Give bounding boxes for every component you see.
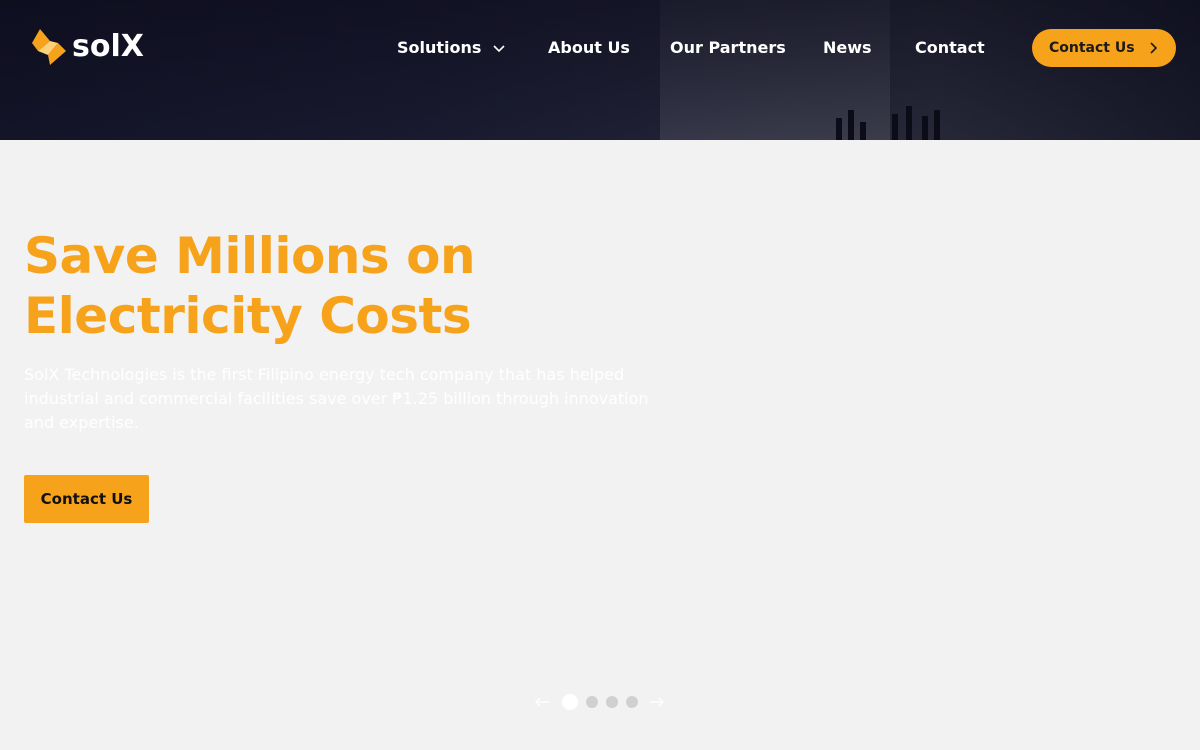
hero-title: Save Millions on Electricity Costs xyxy=(24,226,624,346)
site-header: solX Solutions About Us Our Partners New… xyxy=(0,0,1200,140)
chevron-down-icon xyxy=(493,44,506,52)
bolt-logo-icon xyxy=(32,29,66,65)
carousel-dot-4[interactable] xyxy=(626,696,638,708)
brand-logo[interactable]: solX xyxy=(30,27,144,67)
header-contact-us-label: Contact Us xyxy=(1049,40,1135,56)
hero-description: SolX Technologies is the first Filipino … xyxy=(24,365,649,432)
carousel-dot-3[interactable] xyxy=(606,696,618,708)
header-contact-us-button[interactable]: Contact Us xyxy=(1032,29,1176,67)
arrow-right-icon[interactable] xyxy=(649,694,665,710)
hero-title-line-1: Save Millions on xyxy=(24,227,476,285)
arrow-left-icon[interactable] xyxy=(534,694,550,710)
nav-item-label: Solutions xyxy=(397,38,482,57)
chevron-right-icon xyxy=(1150,42,1158,54)
nav-item-our-partners[interactable]: Our Partners xyxy=(670,36,786,60)
hero-title-line-2: Electricity Costs xyxy=(24,287,472,345)
nav-item-solutions[interactable]: Solutions xyxy=(397,36,506,60)
brand-name: solX xyxy=(72,29,144,64)
nav-item-about-us[interactable]: About Us xyxy=(548,36,630,60)
nav-item-news[interactable]: News xyxy=(823,36,872,60)
header-background-image xyxy=(830,96,960,140)
carousel-controls xyxy=(534,692,668,712)
carousel-dot-2[interactable] xyxy=(586,696,598,708)
hero-contact-us-button[interactable]: Contact Us xyxy=(24,475,149,523)
carousel-dot-1[interactable] xyxy=(562,694,578,710)
nav-item-contact[interactable]: Contact xyxy=(915,36,985,60)
